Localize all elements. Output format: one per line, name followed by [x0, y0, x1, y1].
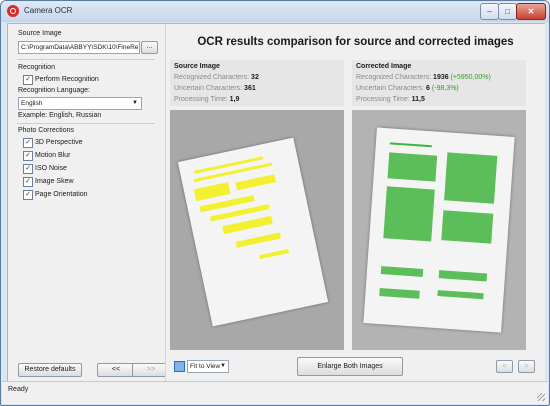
- uncertain-value: 361: [244, 85, 256, 92]
- 3d-perspective-checkbox[interactable]: ✓: [23, 138, 33, 148]
- time-value: 1,9: [229, 96, 240, 103]
- restore-defaults-button[interactable]: Restore defaults: [18, 363, 82, 377]
- fit-to-view-icon[interactable]: [174, 361, 185, 372]
- recognized-text-block: [387, 152, 438, 182]
- recognized-text-block: [379, 288, 420, 299]
- perform-recognition-label: Perform Recognition: [35, 76, 99, 83]
- iso-noise-checkbox[interactable]: ✓: [23, 164, 33, 174]
- title-bar[interactable]: Camera OCR – □ ✕: [1, 1, 549, 22]
- corrected-time-row: Processing Time: 11,5: [356, 96, 425, 103]
- source-stats-title: Source Image: [174, 63, 220, 70]
- time-label: Processing Time:: [174, 96, 228, 103]
- motion-blur-label: Motion Blur: [35, 152, 71, 159]
- time-label: Processing Time:: [356, 96, 410, 103]
- previous-image-button[interactable]: <<: [97, 363, 135, 377]
- recognized-text-block: [444, 152, 498, 204]
- image-toolbar: Fit to View ▼ Enlarge Both Images < >: [166, 356, 545, 380]
- uncertain-text-highlight: [222, 215, 273, 235]
- recognition-header: Recognition: [18, 64, 55, 71]
- recognized-text-line: [389, 142, 432, 148]
- iso-noise-label: ISO Noise: [35, 165, 67, 172]
- corrected-recognized-row: Recognized Characters: 1936 (+5950,00%): [356, 74, 491, 81]
- status-bar: Ready: [2, 381, 548, 404]
- source-uncertain-row: Uncertain Characters: 361: [174, 85, 256, 92]
- image-skew-label: Image Skew: [35, 178, 74, 185]
- uncertain-delta: (-98,3%): [431, 85, 459, 92]
- uncertain-label: Uncertain Characters:: [356, 85, 425, 92]
- recognized-delta: (+5950,00%): [450, 74, 491, 81]
- window-title: Camera OCR: [24, 6, 73, 15]
- camera-ocr-app-icon: [7, 5, 19, 17]
- recognized-text-block: [383, 186, 435, 242]
- chevron-down-icon: ▼: [132, 100, 138, 106]
- corrected-stats: Corrected Image Recognized Characters: 1…: [352, 60, 526, 106]
- source-image-view[interactable]: [170, 110, 344, 350]
- recognized-label: Recognized Characters:: [356, 74, 432, 81]
- image-skew-checkbox[interactable]: ✓: [23, 177, 33, 187]
- client-area: Source Image C:\ProgramData\ABBYY\SDK\10…: [7, 23, 545, 382]
- recognized-text-block: [380, 266, 424, 277]
- comparison-heading: OCR results comparison for source and co…: [197, 36, 514, 48]
- zoom-mode-value: Fit to View: [190, 363, 221, 370]
- photo-corrections-header: Photo Corrections: [18, 127, 75, 134]
- motion-blur-checkbox[interactable]: ✓: [23, 151, 33, 161]
- corrected-image-view[interactable]: [352, 110, 526, 350]
- corrected-uncertain-row: Uncertain Characters: 6 (-98,3%): [356, 85, 459, 92]
- uncertain-text-highlight: [193, 182, 231, 202]
- browse-button[interactable]: ...: [141, 41, 158, 54]
- status-text: Ready: [8, 386, 29, 393]
- uncertain-value: 6: [426, 85, 430, 92]
- corrected-document-photo: [363, 127, 515, 333]
- source-stats: Source Image Recognized Characters: 32 U…: [170, 60, 344, 106]
- enlarge-both-images-button[interactable]: Enlarge Both Images: [297, 357, 403, 376]
- scroll-right-button[interactable]: >: [518, 360, 535, 373]
- corrected-stats-title: Corrected Image: [356, 63, 412, 70]
- source-document-photo: [177, 137, 329, 327]
- 3d-perspective-label: 3D Perspective: [35, 139, 83, 146]
- maximize-button[interactable]: □: [498, 3, 517, 20]
- divider: [17, 123, 155, 124]
- comparison-panel: OCR results comparison for source and co…: [165, 24, 545, 381]
- divider: [17, 59, 155, 60]
- source-recognized-row: Recognized Characters: 32: [174, 74, 259, 81]
- uncertain-label: Uncertain Characters:: [174, 85, 243, 92]
- source-image-label: Source Image: [18, 30, 62, 37]
- recognized-value: 1936: [433, 74, 449, 81]
- recognized-text-block: [438, 270, 488, 282]
- recognized-label: Recognized Characters:: [174, 74, 250, 81]
- source-time-row: Processing Time: 1,9: [174, 96, 239, 103]
- minimize-button[interactable]: –: [480, 3, 499, 20]
- uncertain-text-highlight: [235, 232, 281, 248]
- recognition-language-select[interactable]: English ▼: [18, 97, 142, 110]
- language-example-text: Example: English, Russian: [18, 112, 102, 119]
- recognized-text-block: [437, 290, 484, 300]
- recognition-language-value: English: [21, 100, 43, 107]
- uncertain-text-highlight: [235, 174, 277, 191]
- close-button[interactable]: ✕: [516, 3, 546, 20]
- source-image-path-input[interactable]: C:\ProgramData\ABBYY\SDK\10\FineRe: [18, 41, 140, 54]
- recognized-text-block: [441, 210, 494, 244]
- recognized-value: 32: [251, 74, 259, 81]
- scroll-left-button[interactable]: <: [496, 360, 513, 373]
- settings-panel: Source Image C:\ProgramData\ABBYY\SDK\10…: [8, 24, 170, 381]
- uncertain-text-highlight: [258, 249, 290, 260]
- app-window: Camera OCR – □ ✕ Source Image C:\Program…: [0, 0, 550, 406]
- page-orientation-checkbox[interactable]: ✓: [23, 190, 33, 200]
- zoom-mode-select[interactable]: Fit to View ▼: [187, 360, 229, 373]
- chevron-down-icon: ▼: [220, 363, 226, 369]
- resize-grip-icon[interactable]: [537, 393, 545, 401]
- perform-recognition-checkbox[interactable]: ✓: [23, 75, 33, 85]
- page-orientation-label: Page Orientation: [35, 191, 88, 198]
- time-value: 11,5: [411, 96, 425, 103]
- recognition-language-label: Recognition Language:: [18, 87, 91, 94]
